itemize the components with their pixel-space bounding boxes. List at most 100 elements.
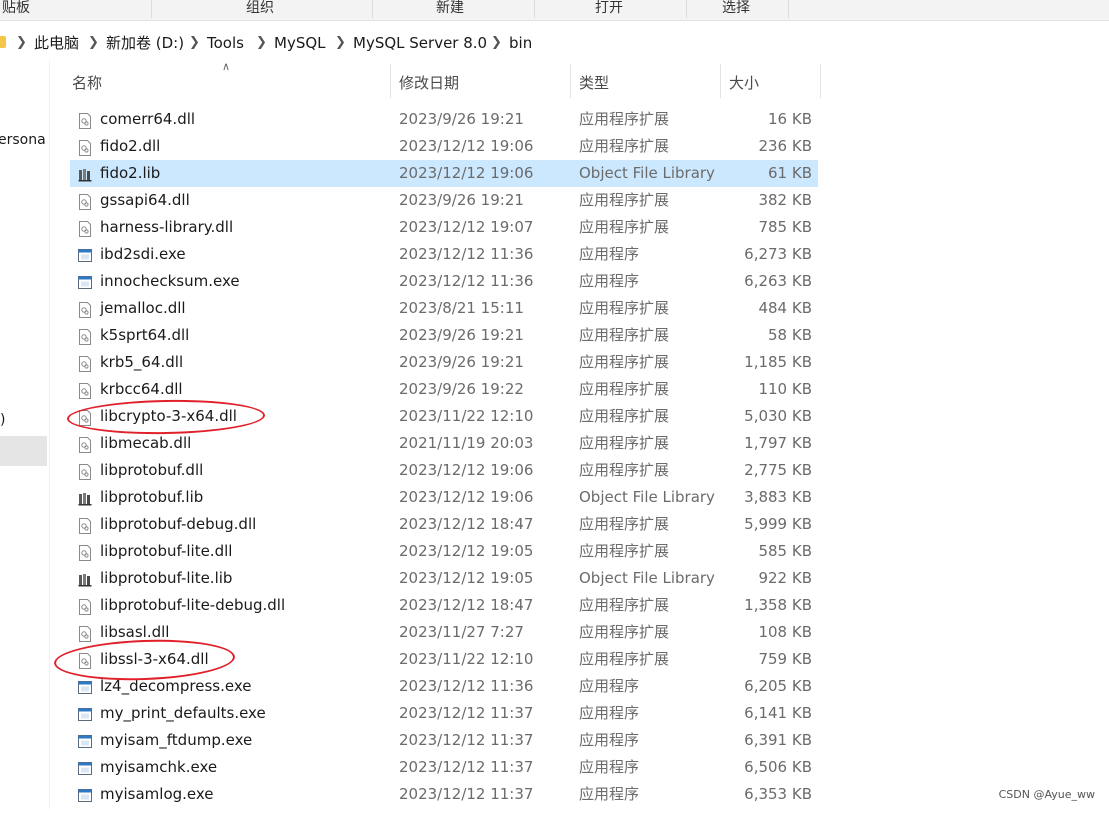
- file-name: libssl-3-x64.dll: [100, 646, 209, 673]
- file-row[interactable]: krbcc64.dll2023/9/26 19:22应用程序扩展110 KB: [70, 376, 818, 403]
- file-type: 应用程序扩展: [579, 187, 669, 214]
- file-name: libprotobuf-lite.lib: [100, 565, 232, 592]
- file-name: krbcc64.dll: [100, 376, 183, 403]
- ribbon-group-bar: 贴板 组织 新建 打开 选择: [0, 0, 1109, 21]
- file-type: 应用程序扩展: [579, 133, 669, 160]
- breadcrumb[interactable]: ❯ 此电脑 ❯ 新加卷 (D:) ❯ Tools ❯ MySQL ❯ MySQL…: [0, 28, 1109, 58]
- lib-icon: [78, 570, 92, 586]
- file-row[interactable]: libprotobuf.lib2023/12/12 19:06Object Fi…: [70, 484, 818, 511]
- file-type: 应用程序扩展: [579, 592, 669, 619]
- file-row[interactable]: krb5_64.dll2023/9/26 19:21应用程序扩展1,185 KB: [70, 349, 818, 376]
- file-name: ibd2sdi.exe: [100, 241, 186, 268]
- file-type: 应用程序扩展: [579, 511, 669, 538]
- dll-icon: [78, 354, 92, 370]
- file-row[interactable]: libsasl.dll2023/11/27 7:27应用程序扩展108 KB: [70, 619, 818, 646]
- chevron-right-icon[interactable]: ❯: [491, 33, 502, 53]
- file-row[interactable]: jemalloc.dll2023/8/21 15:11应用程序扩展484 KB: [70, 295, 818, 322]
- ribbon-group-new: 新建: [410, 0, 490, 20]
- file-size: 1,797 KB: [744, 430, 812, 457]
- file-row-selected[interactable]: fido2.lib2023/12/12 19:06Object File Lib…: [70, 160, 818, 187]
- file-row[interactable]: comerr64.dll2023/9/26 19:21应用程序扩展16 KB: [70, 106, 818, 133]
- file-type: 应用程序扩展: [579, 403, 669, 430]
- breadcrumb-item-mysql-server[interactable]: MySQL Server 8.0: [353, 33, 487, 53]
- file-name: libprotobuf.lib: [100, 484, 203, 511]
- file-type: 应用程序: [579, 700, 639, 727]
- file-date: 2023/12/12 19:06: [399, 457, 533, 484]
- file-type: 应用程序扩展: [579, 430, 669, 457]
- file-row[interactable]: myisamchk.exe2023/12/12 11:37应用程序6,506 K…: [70, 754, 818, 781]
- chevron-right-icon[interactable]: ❯: [88, 33, 99, 53]
- column-divider[interactable]: [720, 64, 721, 98]
- file-date: 2023/12/12 19:06: [399, 484, 533, 511]
- breadcrumb-item-tools[interactable]: Tools: [207, 33, 244, 53]
- file-name: lz4_decompress.exe: [100, 673, 251, 700]
- file-row[interactable]: ibd2sdi.exe2023/12/12 11:36应用程序6,273 KB: [70, 241, 818, 268]
- file-row[interactable]: libprotobuf-lite.lib2023/12/12 19:05Obje…: [70, 565, 818, 592]
- file-name: myisamchk.exe: [100, 754, 217, 781]
- ribbon-group-clipboard: 贴板: [0, 0, 36, 20]
- file-size: 58 KB: [768, 322, 812, 349]
- file-type: 应用程序扩展: [579, 538, 669, 565]
- file-type: 应用程序: [579, 781, 639, 808]
- file-size: 16 KB: [768, 106, 812, 133]
- file-name: libmecab.dll: [100, 430, 191, 457]
- chevron-right-icon[interactable]: ❯: [256, 33, 267, 53]
- breadcrumb-item-mysql[interactable]: MySQL: [274, 33, 326, 53]
- column-header-type[interactable]: 类型: [579, 72, 609, 93]
- dll-icon: [78, 111, 92, 127]
- nav-item-selected[interactable]: [0, 436, 47, 466]
- navigation-pane[interactable]: ersona ): [0, 60, 50, 809]
- file-size: 785 KB: [758, 214, 812, 241]
- chevron-right-icon[interactable]: ❯: [335, 33, 346, 53]
- file-date: 2023/12/12 11:36: [399, 268, 533, 295]
- file-row[interactable]: innochecksum.exe2023/12/12 11:36应用程序6,26…: [70, 268, 818, 295]
- file-row[interactable]: libprotobuf-debug.dll2023/12/12 18:47应用程…: [70, 511, 818, 538]
- nav-item-drive[interactable]: ): [0, 412, 5, 428]
- pane-divider: [49, 60, 50, 809]
- file-row[interactable]: libprotobuf.dll2023/12/12 19:06应用程序扩展2,7…: [70, 457, 818, 484]
- exe-icon: [78, 786, 92, 802]
- breadcrumb-item-this-pc[interactable]: 此电脑: [34, 33, 79, 53]
- column-divider[interactable]: [820, 64, 821, 98]
- chevron-right-icon[interactable]: ❯: [16, 33, 27, 53]
- column-divider[interactable]: [570, 64, 571, 98]
- file-type: 应用程序扩展: [579, 214, 669, 241]
- ribbon-divider: [686, 0, 687, 18]
- nav-item-personal[interactable]: ersona: [0, 132, 46, 148]
- file-row[interactable]: myisam_ftdump.exe2023/12/12 11:37应用程序6,3…: [70, 727, 818, 754]
- file-row[interactable]: libprotobuf-lite-debug.dll2023/12/12 18:…: [70, 592, 818, 619]
- file-row[interactable]: k5sprt64.dll2023/9/26 19:21应用程序扩展58 KB: [70, 322, 818, 349]
- file-date: 2023/11/27 7:27: [399, 619, 524, 646]
- file-row[interactable]: gssapi64.dll2023/9/26 19:21应用程序扩展382 KB: [70, 187, 818, 214]
- file-date: 2023/12/12 11:36: [399, 673, 533, 700]
- file-size: 585 KB: [758, 538, 812, 565]
- file-row[interactable]: myisamlog.exe2023/12/12 11:37应用程序6,353 K…: [70, 781, 818, 808]
- dll-icon: [78, 300, 92, 316]
- column-header-row: ∧ 名称 修改日期 类型 大小: [50, 64, 830, 100]
- breadcrumb-item-bin[interactable]: bin: [509, 33, 532, 53]
- file-date: 2023/11/22 12:10: [399, 403, 533, 430]
- file-row[interactable]: libssl-3-x64.dll2023/11/22 12:10应用程序扩展75…: [70, 646, 818, 673]
- file-type: 应用程序扩展: [579, 322, 669, 349]
- file-row[interactable]: libprotobuf-lite.dll2023/12/12 19:05应用程序…: [70, 538, 818, 565]
- breadcrumb-item-drive-d[interactable]: 新加卷 (D:): [106, 33, 184, 53]
- file-date: 2023/9/26 19:21: [399, 187, 524, 214]
- file-size: 6,391 KB: [744, 727, 812, 754]
- column-header-size[interactable]: 大小: [729, 72, 759, 93]
- file-size: 6,141 KB: [744, 700, 812, 727]
- file-date: 2023/12/12 18:47: [399, 592, 533, 619]
- column-divider[interactable]: [390, 64, 391, 98]
- file-date: 2023/12/12 19:05: [399, 538, 533, 565]
- file-row[interactable]: libmecab.dll2021/11/19 20:03应用程序扩展1,797 …: [70, 430, 818, 457]
- column-header-name[interactable]: 名称: [72, 72, 102, 93]
- ribbon-group-organize: 组织: [220, 0, 300, 20]
- file-name: myisamlog.exe: [100, 781, 214, 808]
- file-row[interactable]: fido2.dll2023/12/12 19:06应用程序扩展236 KB: [70, 133, 818, 160]
- file-row[interactable]: libcrypto-3-x64.dll2023/11/22 12:10应用程序扩…: [70, 403, 818, 430]
- file-row[interactable]: my_print_defaults.exe2023/12/12 11:37应用程…: [70, 700, 818, 727]
- sort-ascending-icon: ∧: [222, 60, 230, 73]
- file-row[interactable]: lz4_decompress.exe2023/12/12 11:36应用程序6,…: [70, 673, 818, 700]
- chevron-right-icon[interactable]: ❯: [189, 33, 200, 53]
- column-header-date[interactable]: 修改日期: [399, 72, 459, 93]
- file-row[interactable]: harness-library.dll2023/12/12 19:07应用程序扩…: [70, 214, 818, 241]
